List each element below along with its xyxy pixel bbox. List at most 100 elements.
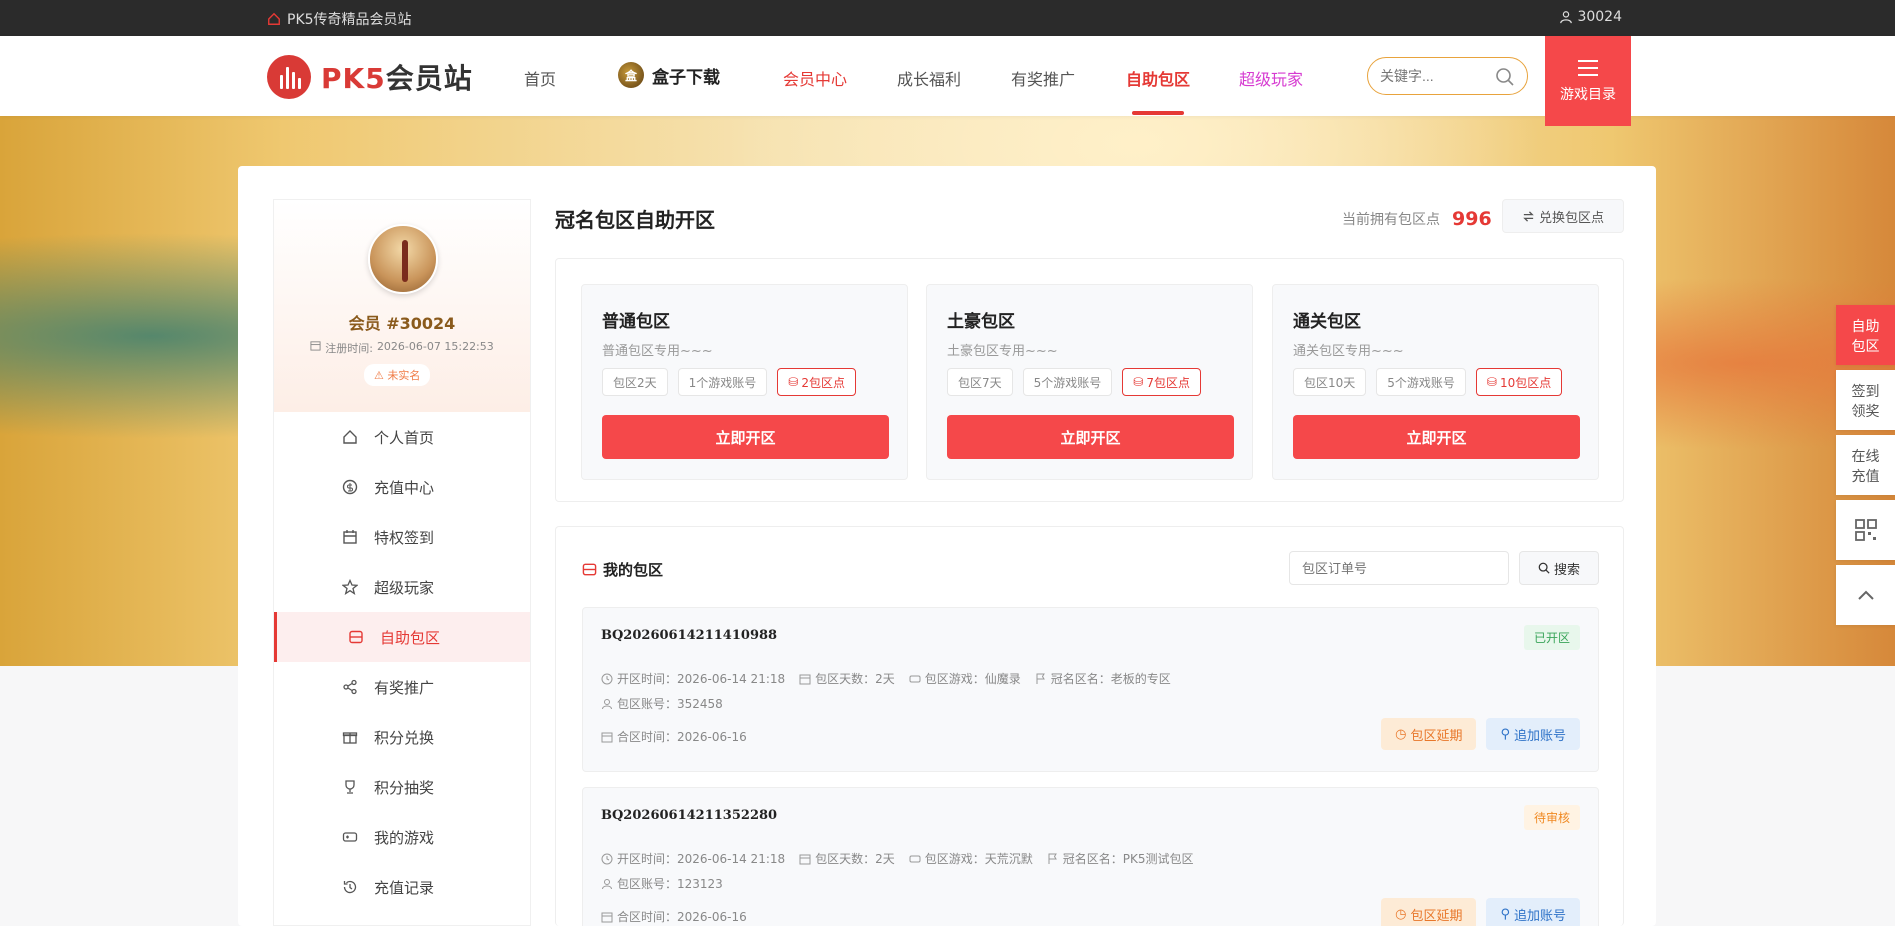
package-name: 土豪包区 [947, 312, 1015, 332]
order-id: BQ20260614211410988 [601, 628, 778, 643]
order-details: 开区时间：2026-06-14 21:18 包区天数：2天 包区游戏：天荒沉默 … [601, 850, 1194, 867]
nav-super-player[interactable]: 超级玩家 [1239, 66, 1303, 90]
profile-panel: 会员 #30024 注册时间: 2026-06-07 15:22:53 ⚠ 未实名 [274, 200, 530, 412]
sidebar-item-my-games[interactable]: 我的游戏 [274, 812, 530, 862]
float-checkin[interactable]: 签到 领奖 [1836, 370, 1895, 430]
server-icon [582, 563, 597, 576]
user-id: 30024 [1577, 9, 1622, 25]
float-recharge[interactable]: 在线 充值 [1836, 435, 1895, 495]
sidebar-item-points-exchange[interactable]: 积分兑换 [274, 712, 530, 762]
gamepad-icon [342, 832, 358, 842]
extend-zone-button[interactable]: ◷ 包区延期 [1381, 718, 1477, 750]
package-accounts-tag: 5个游戏账号 [1376, 368, 1466, 396]
sidebar-item-super-player[interactable]: 超级玩家 [274, 562, 530, 612]
sidebar-item-self-zone[interactable]: 自助包区 [274, 612, 530, 662]
nav-home[interactable]: 首页 [524, 66, 556, 90]
server-icon [349, 630, 363, 644]
calendar-icon [343, 530, 357, 544]
order-account: 包区账号：352458 [601, 695, 723, 712]
add-user-icon: ⚲ [1500, 726, 1510, 742]
logo-mark-icon [267, 55, 311, 99]
sidebar-item-home[interactable]: 个人首页 [274, 412, 530, 462]
sidebar-item-lottery[interactable]: 积分抽奖 [274, 762, 530, 812]
game-menu-button[interactable]: 游戏目录 [1545, 36, 1631, 126]
search-input[interactable] [1380, 68, 1490, 84]
user-icon [602, 698, 612, 709]
clock-icon [601, 853, 613, 864]
profile-name: 会员 #30024 [348, 314, 456, 333]
sidebar-item-recharge[interactable]: 充值中心 [274, 462, 530, 512]
exchange-points-button[interactable]: 兑换包区点 [1502, 199, 1624, 233]
float-qrcode[interactable] [1836, 500, 1895, 560]
float-back-to-top[interactable] [1836, 565, 1895, 625]
nav-member-center[interactable]: 会员中心 [783, 66, 847, 90]
box-download-icon: 盒 [618, 62, 644, 88]
package-days-tag: 包区2天 [602, 368, 668, 396]
calendar-icon [601, 912, 613, 922]
coins-icon: ⛁ [1133, 375, 1144, 389]
avatar[interactable] [368, 224, 438, 294]
package-accounts-tag: 5个游戏账号 [1022, 368, 1113, 396]
logo[interactable]: PK5会员站 [267, 55, 473, 99]
gamepad-icon [909, 675, 921, 682]
clock-icon: ◷ [1395, 906, 1407, 922]
package-cost-tag: ⛁ 2包区点 [777, 368, 856, 396]
site-home-link[interactable]: PK5传奇精品会员站 [267, 9, 412, 29]
open-zone-button[interactable]: 立即开区 [602, 415, 889, 459]
nav-active-indicator [1132, 111, 1184, 115]
order-number-input[interactable] [1289, 551, 1509, 585]
search-icon[interactable] [1495, 67, 1515, 87]
sidebar: 会员 #30024 注册时间: 2026-06-07 15:22:53 ⚠ 未实名… [273, 199, 531, 926]
history-icon [343, 880, 357, 894]
clock-icon [601, 673, 613, 684]
package-cost-tag: ⛁ 7包区点 [1122, 368, 1201, 396]
user-link[interactable]: 30024 [1559, 9, 1622, 25]
coins-icon: ⛁ [1486, 375, 1497, 389]
extend-zone-button[interactable]: ◷ 包区延期 [1381, 898, 1477, 926]
calendar-icon [799, 854, 811, 864]
trophy-icon [345, 780, 355, 794]
my-zones-title: 我的包区 [582, 559, 663, 580]
nav-growth-benefits[interactable]: 成长福利 [897, 66, 961, 90]
my-zones-panel: 我的包区 搜索 BQ20260614211410988 已开区 开区时间：202… [555, 526, 1624, 926]
open-zone-button[interactable]: 立即开区 [947, 415, 1234, 459]
home-icon [268, 12, 280, 25]
calendar-icon [799, 674, 811, 684]
order-account: 包区账号：123123 [601, 875, 723, 892]
sidebar-item-checkin[interactable]: 特权签到 [274, 512, 530, 562]
package-accounts-tag: 1个游戏账号 [677, 368, 768, 396]
sidebar-menu: 个人首页 充值中心 特权签到 超级玩家 自助包区 有奖推广 积分兑换 积分抽奖 … [274, 412, 530, 912]
home-icon [343, 430, 357, 444]
calendar-icon [601, 732, 613, 742]
sidebar-item-recharge-history[interactable]: 充值记录 [274, 862, 530, 912]
flag-icon [1048, 853, 1057, 864]
warning-icon: ⚠ [374, 369, 384, 382]
sidebar-item-referral[interactable]: 有奖推广 [274, 662, 530, 712]
flag-icon [1036, 673, 1045, 684]
clock-icon: ◷ [1395, 726, 1407, 742]
order-search-button[interactable]: 搜索 [1519, 551, 1599, 585]
open-zone-button[interactable]: 立即开区 [1293, 415, 1580, 459]
share-icon [343, 679, 357, 695]
float-self-zone[interactable]: 自助 包区 [1836, 305, 1895, 365]
gift-icon [342, 732, 358, 744]
chevron-up-icon [1857, 590, 1874, 600]
package-card-clear: 通关包区 通关包区专用~~~ 包区10天 5个游戏账号 ⛁ 10包区点 立即开区 [1272, 284, 1599, 480]
add-user-icon: ⚲ [1500, 906, 1510, 922]
package-days-tag: 包区10天 [1293, 368, 1367, 396]
zone-order-card: BQ20260614211410988 已开区 开区时间：2026-06-14 … [582, 607, 1599, 772]
add-account-button[interactable]: ⚲ 追加账号 [1486, 718, 1580, 750]
user-icon [602, 878, 612, 889]
star-icon [342, 579, 358, 595]
nav-self-zone[interactable]: 自助包区 [1126, 66, 1190, 90]
nav-referral[interactable]: 有奖推广 [1011, 66, 1075, 90]
coin-icon [342, 479, 358, 495]
package-desc: 土豪包区专用~~~ [947, 344, 1058, 359]
verify-badge[interactable]: ⚠ 未实名 [364, 364, 431, 386]
add-account-button[interactable]: ⚲ 追加账号 [1486, 898, 1580, 926]
nav-box-download[interactable]: 盒 盒子下载 [618, 62, 720, 88]
calendar-icon [310, 341, 321, 351]
order-merge-time: 合区时间：2026-06-16 [601, 728, 747, 745]
qrcode-icon [1854, 519, 1877, 541]
package-cost-tag: ⛁ 10包区点 [1475, 368, 1563, 396]
